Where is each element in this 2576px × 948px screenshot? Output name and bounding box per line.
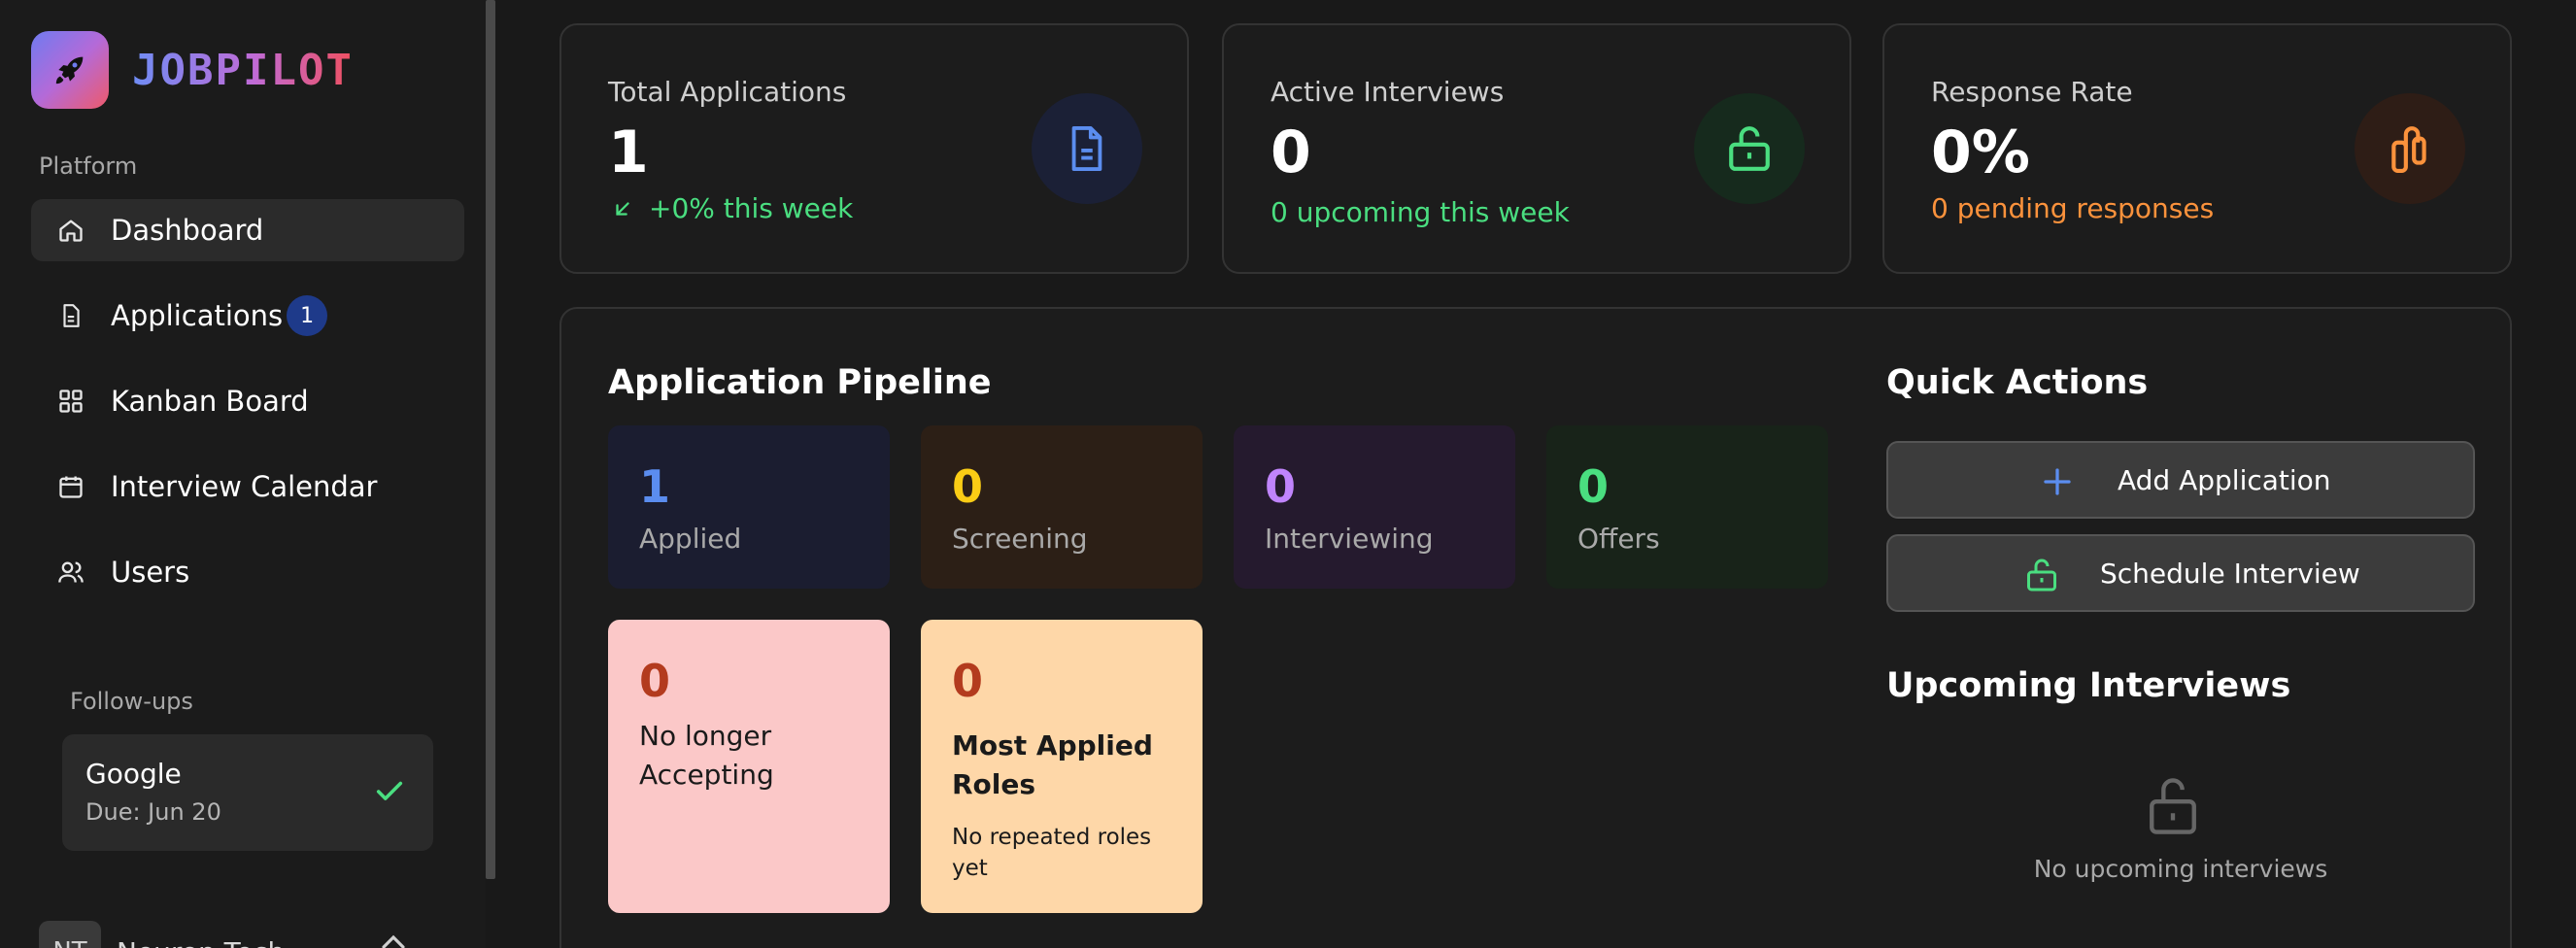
stat-card-response-rate: Response Rate 0% 0 pending responses — [1882, 23, 2512, 274]
home-icon — [56, 216, 85, 245]
sidebar-item-label: Users — [111, 556, 190, 589]
stat-value: 0% — [1931, 118, 2030, 186]
add-application-button[interactable]: Add Application — [1886, 441, 2475, 519]
sidebar-item-label: Applications — [111, 299, 284, 332]
stage-count: 0 — [1577, 460, 1610, 513]
followup-company: Google — [85, 758, 182, 790]
stat-sub: 0 pending responses — [1931, 192, 2215, 224]
sidebar-item-applications[interactable]: Applications 1 — [31, 285, 464, 347]
sidebar-nav: Dashboard Applications 1 Kanban Board In… — [31, 199, 464, 626]
stage-count: 0 — [639, 655, 671, 707]
empty-state-text: No upcoming interviews — [2033, 855, 2328, 883]
followups-label: Follow-ups — [70, 688, 193, 715]
users-icon — [56, 558, 85, 587]
stage-label: Offers — [1577, 523, 1660, 555]
pipeline-stage-offers[interactable]: 0 Offers — [1546, 425, 1828, 589]
dashboard-panel: Application Pipeline 1 Applied 0 Screeni… — [559, 307, 2512, 948]
stat-card-total-applications: Total Applications 1 +0% this week — [559, 23, 1189, 274]
stat-value: 0 — [1271, 118, 1311, 186]
sidebar-item-dashboard[interactable]: Dashboard — [31, 199, 464, 261]
sidebar-item-label: Kanban Board — [111, 385, 309, 418]
stat-title: Total Applications — [608, 76, 847, 108]
stage-count: 1 — [639, 460, 671, 513]
pipeline-title: Application Pipeline — [608, 363, 992, 402]
card-title: Most Applied Roles — [952, 729, 1153, 800]
arrow-down-left-icon — [616, 201, 629, 216]
stat-value: 1 — [608, 118, 649, 186]
upcoming-interviews-title: Upcoming Interviews — [1886, 666, 2291, 705]
chevron-up-icon[interactable] — [379, 932, 408, 948]
briefcase-icon — [2027, 559, 2056, 592]
brand[interactable]: JOBPILOT — [31, 31, 354, 109]
followup-due-date: Due: Jun 20 — [85, 798, 221, 826]
stage-label: Screening — [952, 523, 1088, 555]
user-menu[interactable]: NT Neuron Tech — [39, 921, 285, 948]
sidebar-item-label: Interview Calendar — [111, 470, 378, 503]
pipeline-stage-applied[interactable]: 1 Applied — [608, 425, 890, 589]
pipeline-stage-screening[interactable]: 0 Screening — [921, 425, 1203, 589]
stat-title: Active Interviews — [1271, 76, 1505, 108]
calendar-icon — [56, 472, 85, 501]
document-icon — [56, 301, 85, 330]
stat-trend: +0% this week — [608, 192, 853, 224]
followup-card[interactable]: Google Due: Jun 20 — [62, 734, 433, 851]
stage-count: 0 — [952, 460, 984, 513]
button-label: Schedule Interview — [2100, 558, 2360, 590]
grid-icon — [56, 387, 85, 416]
stage-label: No longer Accepting — [639, 720, 774, 791]
sidebar-item-users[interactable]: Users — [31, 541, 464, 603]
app-window: JOBPILOT Platform Dashboard Applications — [0, 0, 2576, 948]
sidebar: JOBPILOT Platform Dashboard Applications — [0, 0, 486, 948]
rocket-icon — [31, 31, 109, 109]
plus-icon — [2044, 468, 2071, 495]
briefcase-icon — [2150, 778, 2196, 834]
stage-label: Applied — [639, 523, 742, 555]
check-icon[interactable] — [373, 775, 406, 808]
card-subtitle: No repeated roles yet — [952, 825, 1152, 881]
section-label-platform: Platform — [39, 152, 138, 180]
sidebar-scrollbar[interactable] — [486, 0, 495, 879]
button-label: Add Application — [2118, 464, 2331, 496]
stat-title: Response Rate — [1931, 76, 2133, 108]
sidebar-item-label: Dashboard — [111, 214, 264, 247]
pipeline-stage-no-longer-accepting[interactable]: 0 No longer Accepting — [608, 620, 890, 913]
user-name: Neuron Tech — [117, 936, 285, 948]
stat-trend-text: +0% this week — [649, 192, 854, 224]
pipeline-stage-interviewing[interactable]: 0 Interviewing — [1234, 425, 1515, 589]
sidebar-item-interview-calendar[interactable]: Interview Calendar — [31, 456, 464, 518]
stat-card-active-interviews: Active Interviews 0 0 upcoming this week — [1222, 23, 1851, 274]
stage-label: Interviewing — [1265, 523, 1434, 555]
avatar: NT — [39, 921, 101, 948]
most-applied-roles-card: 0 Most Applied Roles No repeated roles y… — [921, 620, 1203, 913]
brand-name: JOBPILOT — [132, 45, 354, 95]
sidebar-item-kanban-board[interactable]: Kanban Board — [31, 370, 464, 432]
quick-actions-title: Quick Actions — [1886, 363, 2149, 402]
schedule-interview-button[interactable]: Schedule Interview — [1886, 534, 2475, 612]
stat-sub: 0 upcoming this week — [1271, 196, 1570, 228]
main-content: Total Applications 1 +0% this week Activ… — [495, 0, 2576, 948]
stage-count: 0 — [1265, 460, 1297, 513]
applications-count-badge: 1 — [287, 295, 328, 336]
response-icon — [2355, 93, 2465, 204]
briefcase-icon — [1694, 93, 1805, 204]
document-icon — [1032, 93, 1142, 204]
stage-count: 0 — [952, 655, 984, 707]
